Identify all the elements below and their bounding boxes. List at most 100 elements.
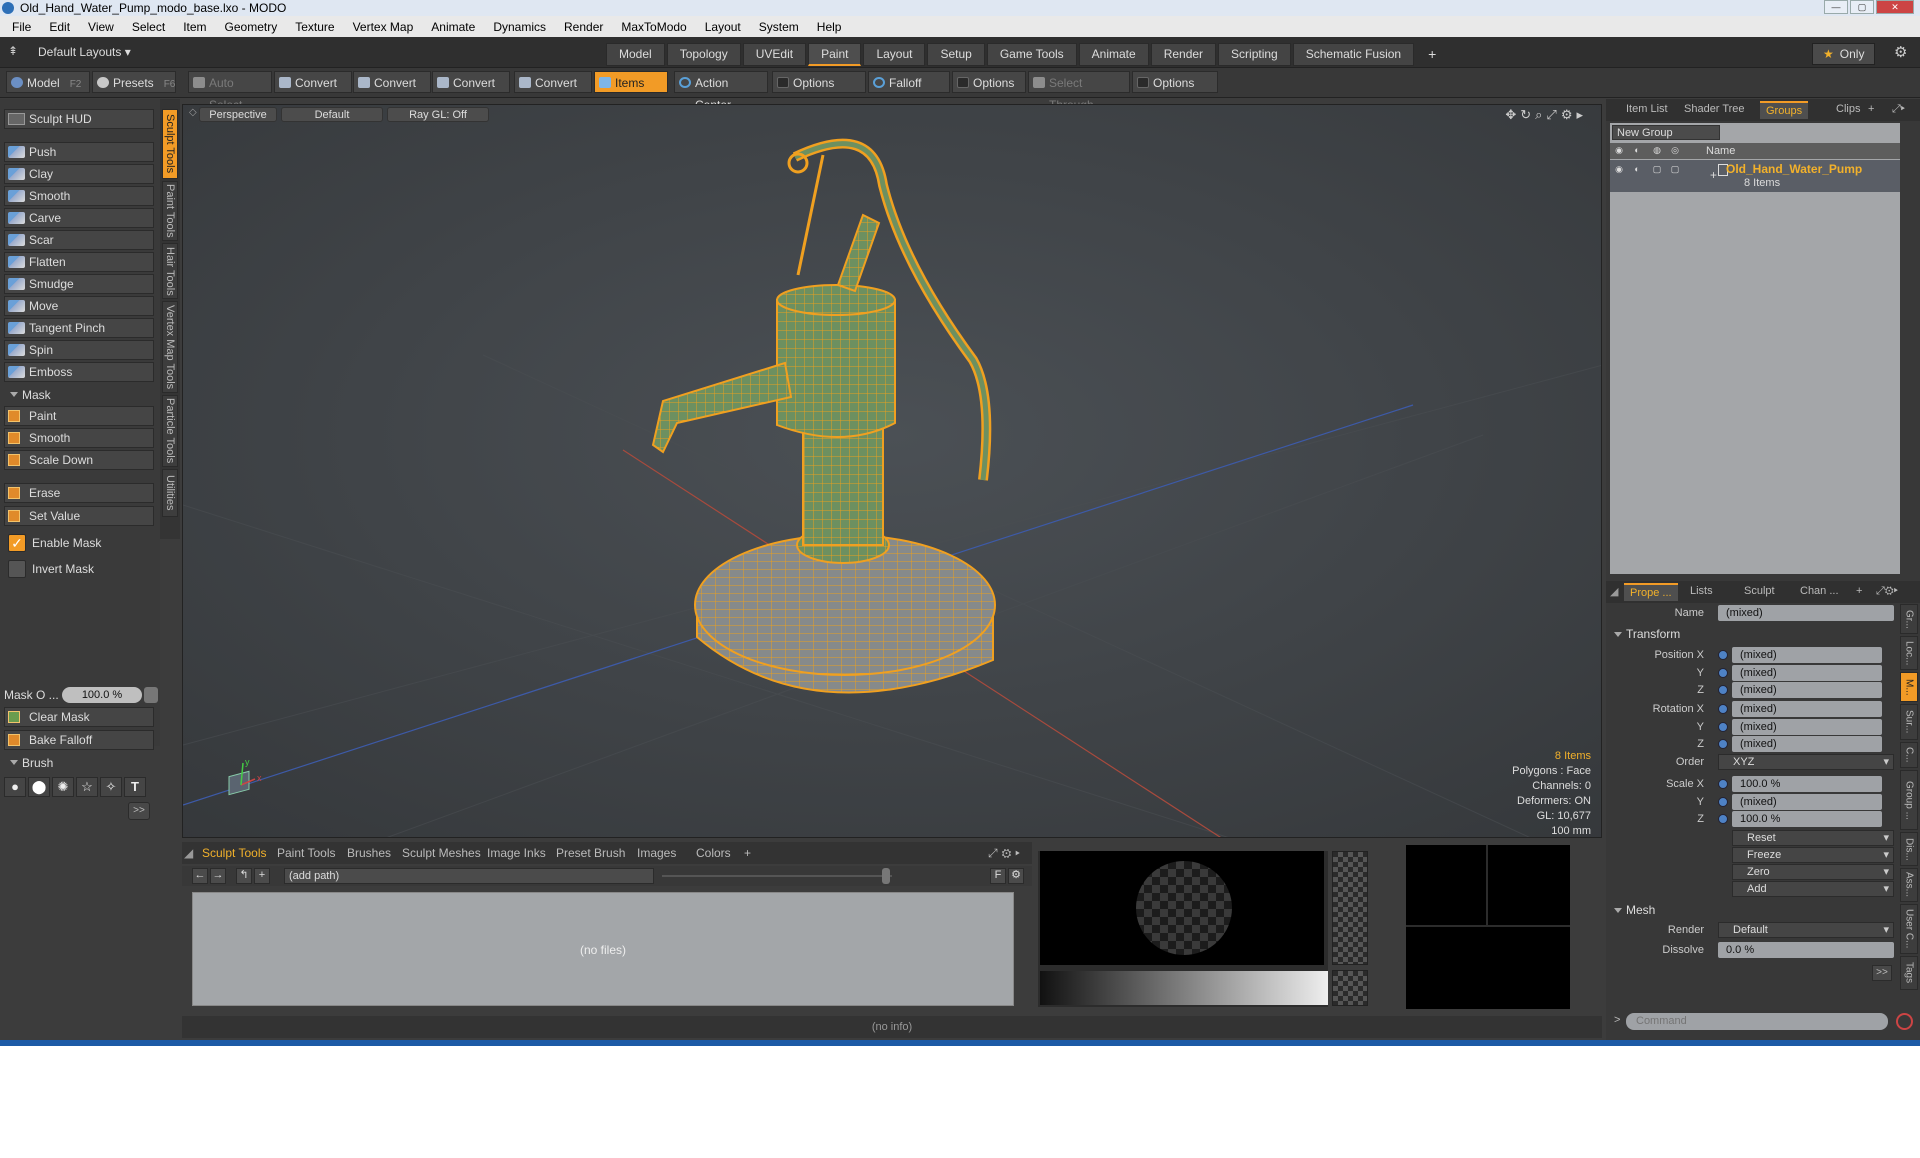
menu-edit[interactable]: Edit (49, 20, 70, 34)
add-dropdown[interactable]: Add (1732, 881, 1894, 897)
render-icon[interactable]: ◐ (1630, 143, 1644, 157)
tab-channels[interactable]: Chan ... (1800, 585, 1839, 597)
splatter-brush-icon[interactable]: ✺ (52, 777, 74, 797)
mesh-section-header[interactable]: Mesh (1614, 903, 1655, 917)
menu-file[interactable]: File (12, 20, 31, 34)
panel-menu-icon[interactable]: ◢ (184, 846, 193, 860)
ray-gl-button[interactable]: Ray GL: Off (387, 107, 489, 122)
menu-render[interactable]: Render (564, 20, 603, 34)
tab-properties[interactable]: Prope ... (1624, 583, 1678, 601)
menu-dynamics[interactable]: Dynamics (493, 20, 546, 34)
model-mode-button[interactable]: Model F2 (6, 71, 90, 93)
forward-arrow-icon[interactable]: → (210, 868, 226, 884)
keyframe-dot-icon[interactable] (1718, 739, 1728, 749)
side-tab-group-settings[interactable]: Group ... (1900, 770, 1918, 830)
vtab-hair-tools[interactable]: Hair Tools (162, 243, 178, 299)
maximize-button[interactable]: ▢ (1850, 0, 1874, 14)
viewport-menu-icon[interactable]: ◇ (189, 107, 197, 118)
group-name[interactable]: Old_Hand_Water_Pump (1726, 162, 1862, 176)
presets-button[interactable]: Presets F6 (92, 71, 176, 93)
tool-flatten[interactable]: Flatten (4, 252, 154, 272)
btab-sculpt-meshes[interactable]: Sculpt Meshes (402, 846, 481, 860)
keyframe-dot-icon[interactable] (1718, 685, 1728, 695)
procedural-brush-icon[interactable]: ✧ (100, 777, 122, 797)
tool-move[interactable]: Move (4, 296, 154, 316)
select-through-options-button[interactable]: Options (1132, 71, 1218, 93)
transform-section-header[interactable]: Transform (1614, 627, 1680, 641)
tab-clips[interactable]: Clips (1836, 103, 1860, 115)
pan-icon[interactable]: ✥ (1505, 107, 1520, 122)
keyframe-dot-icon[interactable] (1718, 797, 1728, 807)
sculpt-hud-button[interactable]: Sculpt HUD (4, 109, 154, 129)
position-x-field[interactable]: (mixed) (1732, 647, 1882, 663)
pin-icon[interactable]: ⇞ (8, 44, 18, 58)
erase-button[interactable]: Erase (4, 483, 154, 503)
mask-opacity-field[interactable]: 100.0 % (62, 687, 142, 703)
back-arrow-icon[interactable]: ← (192, 868, 208, 884)
mask-paint-button[interactable]: Paint (4, 406, 154, 426)
freeze-dropdown[interactable]: Freeze (1732, 847, 1894, 863)
tab-sculpt[interactable]: Sculpt (1744, 585, 1775, 597)
vtab-sculpt-tools[interactable]: Sculpt Tools (162, 109, 178, 179)
brush-section-header[interactable]: Brush (4, 754, 154, 772)
vtab-utilities[interactable]: Utilities (162, 469, 178, 517)
slider-icon[interactable] (144, 687, 158, 703)
tab-model[interactable]: Model (606, 43, 665, 66)
keyframe-dot-icon[interactable] (1718, 704, 1728, 714)
panel-expand-icon[interactable]: ⤢⚙▸ (988, 846, 1024, 861)
tool-push[interactable]: Push (4, 142, 154, 162)
filter-button[interactable]: F (990, 868, 1006, 884)
vtab-paint-tools[interactable]: Paint Tools (162, 181, 178, 241)
tab-schematic-fusion[interactable]: Schematic Fusion (1292, 43, 1415, 66)
3d-viewport[interactable]: x y ◇ Perspective Default Ray GL: Off ✥↻… (182, 104, 1602, 838)
btab-sculpt-tools[interactable]: Sculpt Tools (202, 846, 266, 860)
name-field[interactable]: (mixed) (1718, 605, 1894, 621)
path-dropdown[interactable]: (add path) (284, 868, 654, 884)
reset-dropdown[interactable]: Reset (1732, 830, 1894, 846)
parent-folder-icon[interactable]: ↰ (236, 868, 252, 884)
add-bottom-tab-button[interactable]: + (744, 846, 751, 860)
falloff-button[interactable]: Falloff (868, 71, 950, 93)
tab-uvedit[interactable]: UVEdit (742, 43, 807, 66)
tool-smudge[interactable]: Smudge (4, 274, 154, 294)
add-path-icon[interactable]: + (254, 868, 270, 884)
menu-system[interactable]: System (759, 20, 799, 34)
props-panel-expand-icon[interactable]: ⤢⚙▸ (1876, 585, 1898, 598)
viewport-expand-icon[interactable]: ▸ (1576, 107, 1587, 122)
soft-brush-icon[interactable]: ● (4, 777, 26, 797)
scale-y-field[interactable]: (mixed) (1732, 794, 1882, 810)
auto-select-button[interactable]: Auto Select (188, 71, 272, 112)
select-icon[interactable]: ▢ (1668, 162, 1682, 176)
tab-lists[interactable]: Lists (1690, 585, 1713, 597)
visibility-eye-icon[interactable]: ◉ (1612, 143, 1626, 157)
value-gradient-strip[interactable] (1040, 971, 1328, 1005)
select-icon[interactable]: ◎ (1668, 143, 1682, 157)
command-input[interactable] (1626, 1013, 1888, 1030)
zoom-icon[interactable]: ⌕ (1535, 107, 1546, 122)
menu-animate[interactable]: Animate (431, 20, 475, 34)
menu-texture[interactable]: Texture (295, 20, 334, 34)
position-y-field[interactable]: (mixed) (1732, 665, 1882, 681)
minimize-button[interactable]: — (1824, 0, 1848, 14)
btab-paint-tools[interactable]: Paint Tools (277, 846, 335, 860)
side-tab-mesh[interactable]: M... (1900, 672, 1918, 702)
tab-animate[interactable]: Animate (1078, 43, 1149, 66)
clear-mask-button[interactable]: Clear Mask (4, 707, 154, 727)
close-button[interactable]: ✕ (1876, 0, 1914, 14)
keyframe-dot-icon[interactable] (1718, 814, 1728, 824)
enable-mask-checkbox[interactable]: ✓ Enable Mask (4, 532, 154, 554)
tool-carve[interactable]: Carve (4, 208, 154, 228)
keyframe-dot-icon[interactable] (1718, 779, 1728, 789)
tab-topology[interactable]: Topology (666, 43, 741, 66)
tab-item-list[interactable]: Item List (1626, 103, 1668, 115)
star-brush-icon[interactable]: ☆ (76, 777, 98, 797)
convert-edges-button[interactable]: Convert (353, 71, 431, 93)
menu-item[interactable]: Item (183, 20, 206, 34)
side-tab-locator[interactable]: Loc... (1900, 636, 1918, 670)
alpha-strip[interactable] (1332, 851, 1368, 965)
add-prop-tab-button[interactable]: + (1856, 585, 1862, 597)
side-tab-tags[interactable]: Tags (1900, 956, 1918, 990)
convert-polygons-button[interactable]: Convert (432, 71, 510, 93)
btab-brushes[interactable]: Brushes (347, 846, 391, 860)
invert-mask-checkbox[interactable]: Invert Mask (4, 558, 154, 580)
